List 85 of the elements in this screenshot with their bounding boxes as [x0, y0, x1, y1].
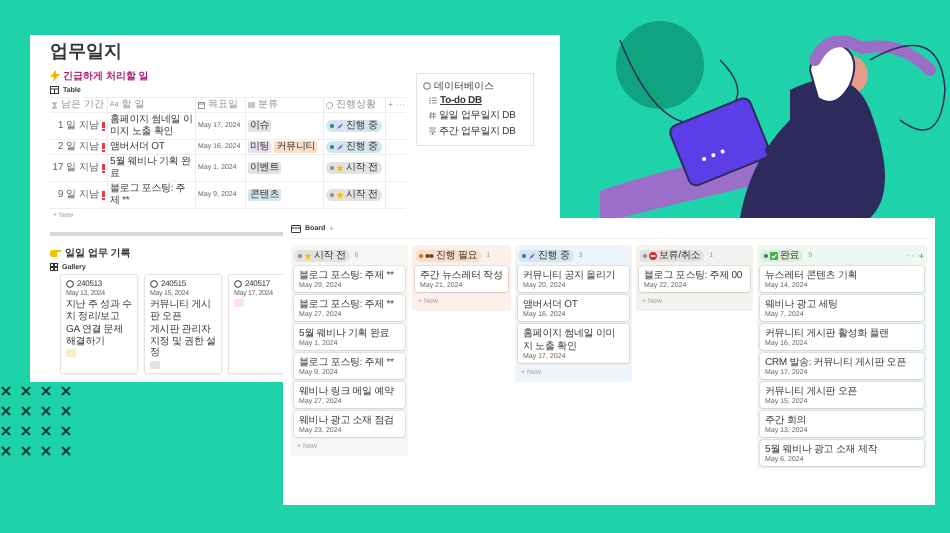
status-label: 시작 전 [314, 250, 346, 262]
card-title: 웨비나 광고 세팅 [765, 298, 839, 311]
card-text: GA 연결 문제 해결하기 [66, 324, 124, 347]
table-cell-text: 5월 웨비나 기획 완료 [110, 156, 192, 180]
card-title: 웨비나 광고 소재 점검 [299, 414, 395, 427]
star-icon [336, 191, 344, 199]
column-header: 분류 [258, 99, 278, 111]
status-label: 시작 전 [346, 189, 378, 201]
table-cell: 1 일 지남 [58, 120, 99, 132]
column-header: 할 일 [122, 99, 144, 111]
star-icon [336, 164, 344, 172]
card-title: 커뮤니티 공지 올리기 [523, 269, 616, 282]
pointing-hand-icon [50, 248, 62, 258]
database-link[interactable]: To-do DB [440, 95, 482, 106]
card-text: 커뮤니티 게시판 오픈 [150, 299, 212, 322]
status-label: 완료 [780, 250, 800, 262]
card-text: 게시판 관리자 지정 및 권한 설정 [150, 324, 216, 358]
list-icon [429, 97, 437, 104]
section-heading: 긴급하게 처리할 일 [63, 70, 149, 83]
card-title: 5월 웨비나 기획 완료 [299, 327, 390, 340]
rocket-icon [336, 143, 344, 151]
card-title: 웨비나 링크 메일 예약 [299, 385, 395, 398]
table-cell: 2 일 지남 [58, 141, 99, 153]
calendar-icon [198, 102, 205, 108]
column-header: 남은 기간 [61, 99, 104, 111]
status-label: 진행 중 [538, 250, 570, 262]
gallery-icon [50, 263, 58, 271]
card-title: 주간 회의 [765, 414, 808, 427]
category-tag: 이슈 [248, 120, 272, 132]
sigma-icon [52, 102, 58, 108]
table-cell-text: 블로그 포스팅: 주제 ** [110, 183, 186, 207]
card-title: 블로그 포스팅: 주제 00 [644, 269, 744, 282]
check-icon [770, 252, 778, 260]
circle-icon [234, 280, 242, 288]
card-title: 블로그 포스팅: 주제 ** [299, 298, 395, 311]
status-label: 보류/취소 [659, 250, 700, 262]
database-link[interactable]: 일일 업무일지 DB [439, 108, 516, 122]
circle-icon [66, 280, 74, 288]
eyes-icon [425, 252, 434, 258]
database-link[interactable]: 주간 업무일지 DB [439, 124, 516, 138]
card-title: 240515 [161, 279, 186, 288]
card-title: 블로그 포스팅: 주제 ** [299, 269, 395, 282]
category-tag: 콘텐츠 [248, 189, 282, 201]
card-title: 주간 뉴스레터 작성 [420, 269, 503, 282]
card-title: 홈페이지 썸네일 이미지 노출 확인 [523, 327, 616, 353]
column-header: 목표일 [208, 99, 238, 111]
rocket-icon [528, 252, 536, 260]
list-icon [248, 102, 255, 108]
page-title: 업무일지 [50, 40, 123, 63]
database-heading: 데이터베이스 [434, 80, 494, 93]
rocket-icon [336, 122, 344, 130]
category-tag: 커뮤니티 [274, 141, 318, 153]
card-title: 5월 웨비나 광고 소재 제작 [765, 443, 878, 456]
card-title: 블로그 포스팅: 주제 ** [299, 356, 395, 369]
add-card-button[interactable]: + [918, 250, 924, 260]
section-heading: 일일 업무 기록 [65, 247, 131, 260]
table-cell: 9 일 지남 [58, 189, 99, 201]
board-icon [291, 224, 301, 232]
status-label: 진행 중 [346, 120, 378, 132]
column-header: 진행상황 [336, 99, 376, 111]
hash-icon [429, 112, 436, 118]
circle-icon [150, 280, 158, 288]
card-title: 앰버서더 OT [523, 298, 579, 311]
card-title: 커뮤니티 게시판 활성화 플랜 [765, 327, 890, 340]
stack-icon [429, 127, 436, 135]
star-icon [304, 252, 312, 260]
table-cell: 앰버서더 OT [110, 141, 165, 153]
table-icon [50, 86, 59, 94]
category-tag: 미팅 [248, 141, 272, 153]
status-label: 진행 중 [346, 141, 378, 153]
card-text: 지난 주 성과 수치 정리/보고 [66, 299, 132, 322]
card-title: CRM 발송: 커뮤니티 게시판 오픈 [765, 356, 907, 369]
table-cell: 17 일 지남 [52, 162, 99, 174]
card-title: 뉴스레터 콘텐츠 기획 [765, 269, 858, 282]
card-title: 240517 [245, 279, 270, 288]
circle-icon [423, 82, 431, 90]
category-tag: 이벤트 [248, 162, 282, 174]
status-label: 진행 필요 [436, 250, 478, 262]
no-entry-icon [649, 252, 657, 260]
table-cell: 홈페이지 썸네일 이미지 노출 확인 [110, 114, 193, 138]
lightning-icon [50, 70, 60, 82]
card-title: 240513 [77, 279, 102, 288]
status-icon [326, 102, 333, 108]
status-label: 시작 전 [346, 162, 378, 174]
card-title: 커뮤니티 게시판 오픈 [765, 385, 858, 398]
